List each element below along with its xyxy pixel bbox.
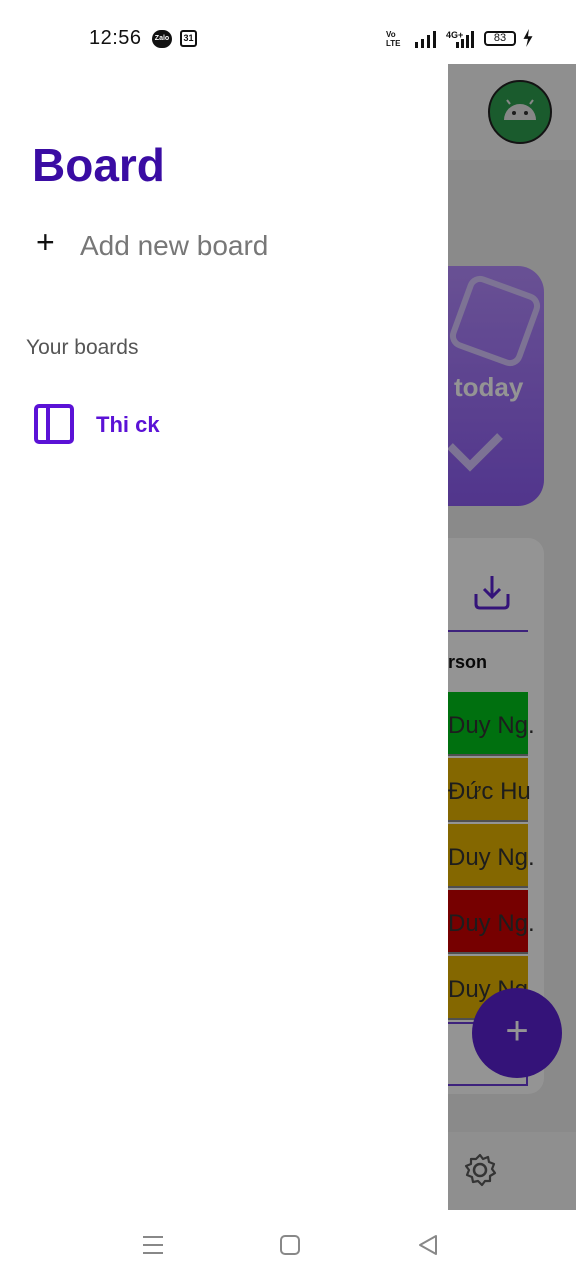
board-icon — [34, 404, 74, 444]
back-icon[interactable] — [416, 1232, 442, 1258]
recent-apps-icon[interactable] — [140, 1232, 166, 1258]
signal-icon — [415, 31, 436, 48]
network-label: 4G+ — [446, 30, 463, 40]
home-icon[interactable] — [278, 1232, 304, 1258]
your-boards-heading: Your boards — [26, 336, 139, 359]
status-time: 12:56 — [89, 27, 142, 49]
board-item[interactable]: Thi ck — [24, 396, 424, 452]
plus-icon: + — [36, 224, 55, 260]
zalo-icon: Zalo — [152, 30, 172, 48]
volte-icon: Vo LTE — [386, 30, 401, 48]
add-new-board-label: Add new board — [80, 230, 269, 261]
board-item-label: Thi ck — [96, 412, 160, 437]
system-nav-bar — [0, 1210, 576, 1280]
drawer-title: Board — [32, 139, 165, 191]
battery-icon: 83 — [484, 31, 516, 46]
4g-signal-icon: 4G+ — [446, 30, 474, 48]
add-new-board-button[interactable]: + Add new board — [24, 214, 424, 278]
calendar-icon: 31 — [180, 30, 197, 47]
status-bar: 12:56 Zalo 31 Vo LTE 4G+ 83 — [0, 0, 576, 64]
navigation-drawer: Board + Add new board Your boards Thi ck — [0, 64, 448, 1210]
charging-icon — [523, 29, 533, 47]
